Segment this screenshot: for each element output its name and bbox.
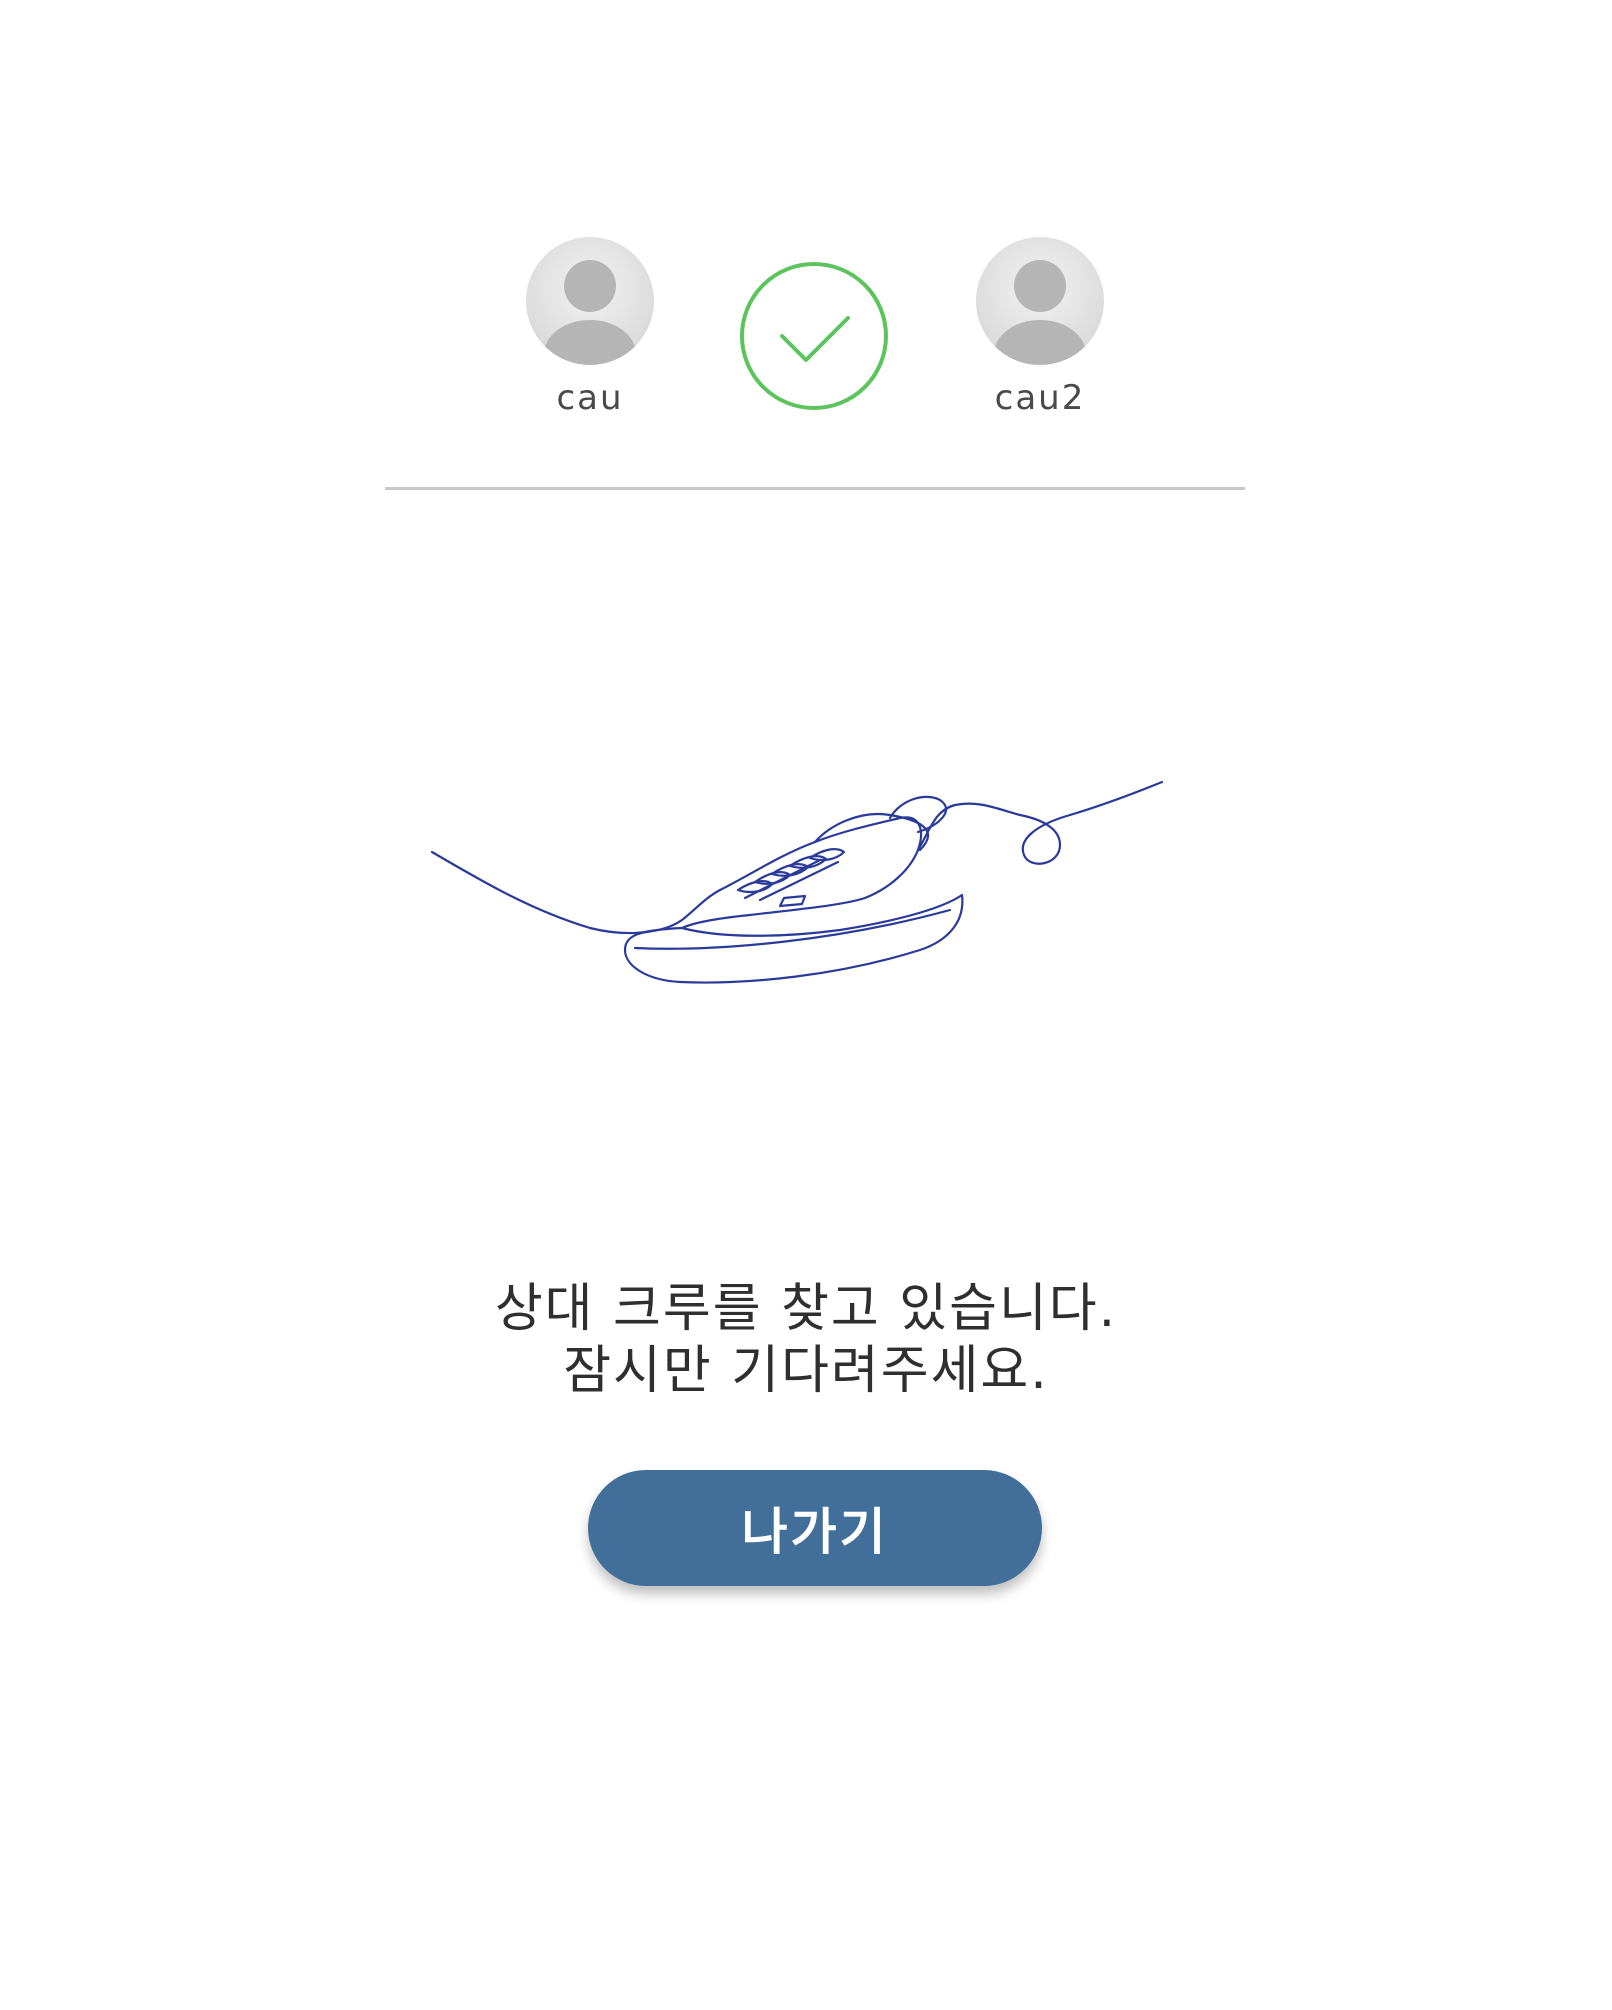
status-message-line1: 상대 크루를 찾고 있습니다. [494, 1279, 1118, 1339]
status-message: 상대 크루를 찾고 있습니다. 잠시만 기다려주세요. [306, 1278, 1306, 1402]
user-avatar-icon [976, 237, 1104, 365]
exit-button[interactable]: 나가기 [588, 1470, 1042, 1586]
check-circle-icon [740, 262, 888, 410]
player-left: cau [500, 236, 680, 418]
sneaker-illustration-icon [430, 780, 1164, 984]
user-avatar-icon [526, 237, 654, 365]
player-right-name: cau2 [994, 378, 1086, 418]
player-left-name: cau [556, 378, 624, 418]
player-right: cau2 [950, 236, 1130, 418]
status-message-line2: 잠시만 기다려주세요. [563, 1341, 1049, 1401]
divider [385, 487, 1245, 490]
